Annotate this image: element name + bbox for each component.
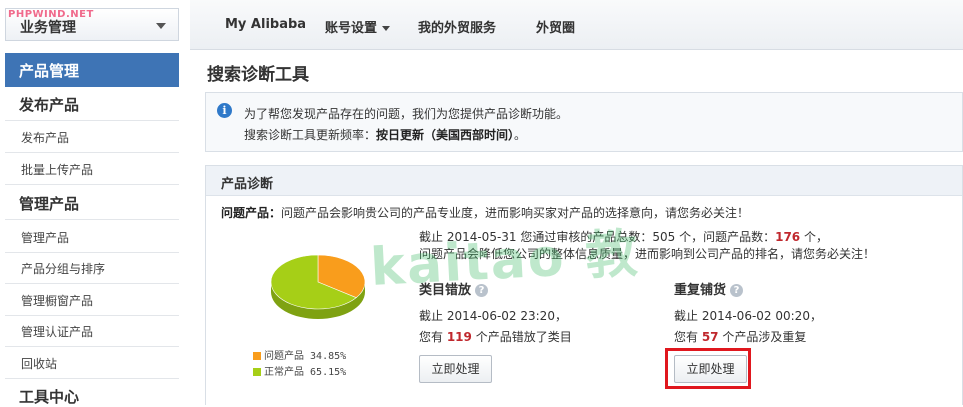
sidebar-item-group-sort[interactable]: 产品分组与排序 xyxy=(21,260,105,277)
legend-label-problem: 问题产品 xyxy=(264,351,304,362)
section-title-duplicate: 重复铺货? xyxy=(674,279,744,298)
legend-swatch-normal xyxy=(253,368,261,376)
stats-line-1: 截止 2014-05-31 您通过审核的产品总数：505 个，问题产品数：176… xyxy=(419,228,828,245)
section-count-category-misplaced: 您有 119 个产品错放了类目 xyxy=(419,328,572,345)
misplaced-count: 119 xyxy=(446,330,472,344)
section-date-category-misplaced: 截止 2014-06-02 23:20， xyxy=(419,309,567,323)
info-line-1: 为了帮您发现产品存在的问题，我们为您提供产品诊断功能。 xyxy=(244,107,569,121)
info-line-2: 搜索诊断工具更新频率：按日更新（美国西部时间）。 xyxy=(244,126,526,143)
sidebar-item-showcase[interactable]: 管理橱窗产品 xyxy=(21,292,93,309)
diagnosis-header-title: 产品诊断 xyxy=(221,177,274,192)
divider xyxy=(5,120,179,121)
help-icon[interactable]: ? xyxy=(475,284,489,297)
diagnosis-header: 产品诊断 xyxy=(206,166,962,196)
stats-line-2: 问题产品会降低您公司的整体信息质量，进而影响到公司产品的排名，请您务必关注！ xyxy=(419,247,876,261)
section-title-category-misplaced: 类目错放? xyxy=(419,279,489,298)
section-title-duplicate-label: 重复铺货 xyxy=(674,283,727,298)
section-date-duplicate: 截止 2014-06-02 00:20， xyxy=(674,309,822,323)
update-frequency-value: 按日更新（美国西部时间） xyxy=(376,128,515,142)
divider xyxy=(5,378,179,379)
divider xyxy=(5,219,179,220)
sidebar-active-product-management[interactable]: 产品管理 xyxy=(5,53,179,87)
section-count-duplicate: 您有 57 个产品涉及重复 xyxy=(674,328,806,345)
sidebar-item-manage-products[interactable]: 管理产品 xyxy=(21,229,69,246)
caret-down-icon xyxy=(382,26,391,31)
count-suffix: 个产品涉及重复 xyxy=(718,330,807,344)
problem-text: 问题产品会影响贵公司的产品专业度，进而影响买家对产品的选择意向，请您务必关注！ xyxy=(281,206,750,220)
nav-account-settings[interactable]: 账号设置 xyxy=(325,17,391,36)
sidebar-group-tools[interactable]: 工具中心 xyxy=(19,386,79,407)
divider xyxy=(5,283,179,284)
count-prefix: 您有 xyxy=(419,330,447,344)
highlight-box xyxy=(665,348,751,389)
sidebar-item-recycle-bin[interactable]: 回收站 xyxy=(21,355,57,372)
divider xyxy=(5,152,179,153)
section-title-category-misplaced-label: 类目错放 xyxy=(419,283,472,298)
problem-products-note: 问题产品：问题产品会影响贵公司的产品专业度，进而影响买家对产品的选择意向，请您务… xyxy=(221,204,749,221)
legend-item-normal: 正常产品 65.15% xyxy=(253,363,346,379)
process-now-button-category[interactable]: 立即处理 xyxy=(419,355,492,383)
legend-label-normal: 正常产品 xyxy=(264,367,304,378)
sidebar-item-publish-product[interactable]: 发布产品 xyxy=(21,129,69,146)
count-suffix: 个产品错放了类目 xyxy=(471,330,572,344)
info-notice: i 为了帮您发现产品存在的问题，我们为您提供产品诊断功能。 搜索诊断工具更新频率… xyxy=(205,92,963,152)
stats-problem-count: 176 xyxy=(775,230,801,244)
sidebar: 产品管理 发布产品 发布产品 批量上传产品 管理产品 管理产品 产品分组与排序 … xyxy=(5,51,179,407)
info-icon: i xyxy=(217,103,232,118)
divider xyxy=(5,184,179,185)
problem-label: 问题产品： xyxy=(221,206,282,220)
help-icon[interactable]: ? xyxy=(730,284,744,297)
sidebar-group-publish[interactable]: 发布产品 xyxy=(19,94,79,115)
pie-slices xyxy=(270,254,366,310)
divider xyxy=(5,346,179,347)
pie-legend: 问题产品 34.85% 正常产品 65.15% xyxy=(253,347,346,379)
top-navigation: My Alibaba 账号设置 我的外贸服务 外贸圈 xyxy=(190,0,963,50)
update-frequency-label: 搜索诊断工具更新频率： xyxy=(244,128,377,142)
legend-item-problem: 问题产品 34.85% xyxy=(253,347,346,363)
business-management-label: 业务管理 xyxy=(20,20,76,36)
nav-trade-circle[interactable]: 外贸圈 xyxy=(536,17,575,36)
page-title: 搜索诊断工具 xyxy=(207,65,309,85)
nav-my-alibaba[interactable]: My Alibaba xyxy=(225,17,306,32)
duplicate-count: 57 xyxy=(701,330,719,344)
count-prefix: 您有 xyxy=(674,330,702,344)
sidebar-item-batch-upload[interactable]: 批量上传产品 xyxy=(21,161,93,178)
stats-prefix: 截止 2014-05-31 您通过审核的产品总数： xyxy=(419,230,653,244)
sidebar-group-manage[interactable]: 管理产品 xyxy=(19,193,79,214)
watermark-phpwind: PHPWIND.NET xyxy=(8,9,94,20)
stats-suffix: 个， xyxy=(800,230,828,244)
divider xyxy=(5,315,179,316)
stats-total: 505 xyxy=(652,230,676,244)
stats-mid: 个，问题产品数： xyxy=(675,230,776,244)
legend-value-normal: 65.15% xyxy=(310,367,347,378)
divider xyxy=(5,252,179,253)
legend-value-problem: 34.85% xyxy=(310,351,347,362)
nav-account-settings-label: 账号设置 xyxy=(325,21,378,36)
update-frequency-suffix: 。 xyxy=(514,128,527,142)
legend-swatch-problem xyxy=(253,352,261,360)
product-pie-chart xyxy=(270,254,366,319)
sidebar-item-certified[interactable]: 管理认证产品 xyxy=(21,323,93,340)
chevron-down-icon xyxy=(156,23,166,29)
nav-foreign-trade-service[interactable]: 我的外贸服务 xyxy=(418,17,496,36)
